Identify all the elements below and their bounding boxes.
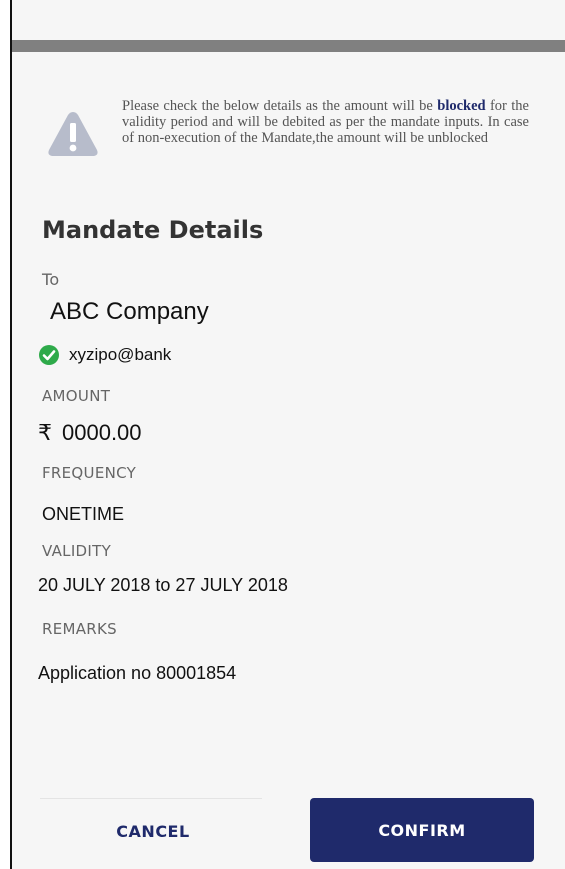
- left-margin: [0, 0, 10, 869]
- warning-triangle-icon: [48, 112, 98, 156]
- page-title: Mandate Details: [42, 216, 264, 244]
- frequency-label: FREQUENCY: [42, 464, 137, 482]
- amount-text: 0000.00: [62, 420, 142, 445]
- rupee-icon: ₹: [38, 420, 52, 446]
- amount-value: ₹ 0000.00: [38, 420, 142, 446]
- payee-vpa: xyzipo@bank: [38, 343, 171, 367]
- cancel-button[interactable]: CANCEL: [40, 800, 266, 862]
- button-divider: [40, 798, 262, 799]
- vpa-text: xyzipo@bank: [69, 345, 172, 364]
- validity-value: 20 JULY 2018 to 27 JULY 2018: [38, 575, 288, 595]
- notice-emphasis: blocked: [437, 98, 486, 114]
- check-circle-icon: [39, 345, 59, 365]
- notice-text-start: Please check the below details as the am…: [122, 98, 438, 114]
- payee-name: ABC Company: [50, 298, 209, 325]
- remarks-label: REMARKS: [42, 620, 117, 638]
- block-notice-text: Please check the below details as the am…: [122, 98, 529, 146]
- confirm-button[interactable]: CONFIRM: [310, 798, 534, 862]
- remarks-value: Application no 80001854: [38, 663, 237, 683]
- to-label: To: [42, 270, 60, 289]
- frequency-value: ONETIME: [42, 504, 125, 524]
- sheet-drag-handle[interactable]: [12, 40, 565, 52]
- amount-label: AMOUNT: [42, 387, 111, 405]
- validity-label: VALIDITY: [42, 542, 112, 560]
